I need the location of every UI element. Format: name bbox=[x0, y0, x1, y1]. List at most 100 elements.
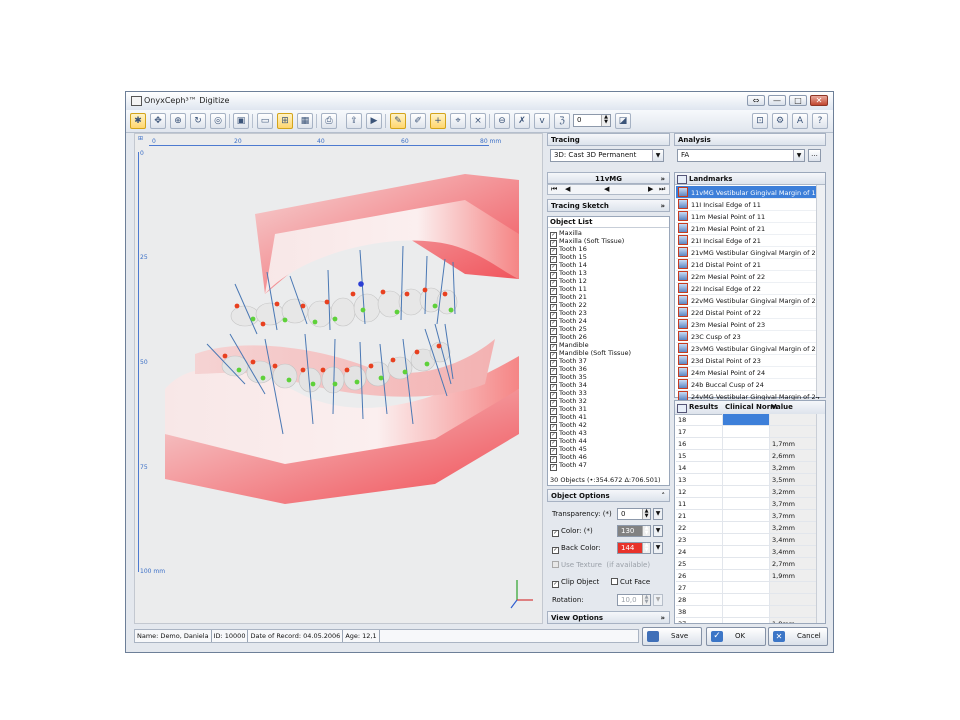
object-list-item[interactable]: ✓ Tooth 14 bbox=[550, 261, 587, 271]
object-list-item[interactable]: ✓ Tooth 24 bbox=[550, 317, 587, 327]
object-list-item[interactable]: ✓ Tooth 15 bbox=[550, 253, 587, 263]
next-point-icon[interactable]: ▶ bbox=[648, 185, 653, 194]
play-icon[interactable]: ▶ bbox=[366, 113, 382, 129]
object-list-item[interactable]: ✓ Maxilla bbox=[550, 229, 582, 239]
move-tool-icon[interactable]: ⊕ bbox=[170, 113, 186, 129]
maximize-button[interactable]: □ bbox=[789, 95, 807, 106]
table-row[interactable]: 22 3,2mm bbox=[676, 521, 825, 534]
landmarks-scrollbar[interactable] bbox=[816, 185, 825, 397]
cancel-button[interactable]: ✕ Cancel bbox=[768, 627, 828, 646]
dental-cast-model[interactable] bbox=[135, 134, 542, 623]
use-texture-checkbox[interactable]: Use Texture (if available) bbox=[552, 561, 650, 569]
chevron-double-down-icon[interactable]: » bbox=[660, 612, 665, 625]
pan-tool-icon[interactable]: ✥ bbox=[150, 113, 166, 129]
object-options-header[interactable]: Object Options ˄ bbox=[547, 489, 670, 502]
object-list-item[interactable]: ✓ Tooth 42 bbox=[550, 421, 587, 431]
help-icon[interactable]: ? bbox=[812, 113, 828, 129]
table-row[interactable]: 26 1,9mm bbox=[676, 569, 825, 582]
object-list-item[interactable]: ✓ Tooth 41 bbox=[550, 413, 587, 423]
object-list-item[interactable]: ✓ Tooth 47 bbox=[550, 461, 587, 471]
back-color-checkbox[interactable]: ✓ Back Color: bbox=[552, 544, 601, 554]
axis-x-icon[interactable]: ✗ bbox=[514, 113, 530, 129]
back-color-picker-button[interactable]: ▼ bbox=[653, 542, 663, 554]
color-picker-button[interactable]: ▼ bbox=[653, 525, 663, 537]
object-list-item[interactable]: ✓ Tooth 46 bbox=[550, 453, 587, 463]
object-list-item[interactable]: ✓ Tooth 43 bbox=[550, 429, 587, 439]
split-view-icon[interactable]: ⊞ bbox=[277, 113, 293, 129]
object-list-item[interactable]: ✓ Tooth 33 bbox=[550, 389, 587, 399]
back-color-value-input[interactable]: 144 ▲ ▼ bbox=[617, 542, 651, 554]
table-row[interactable]: 23 3,4mm bbox=[676, 533, 825, 546]
axis-z-icon[interactable]: ℨ bbox=[554, 113, 570, 129]
object-list-item[interactable]: ✓ Tooth 37 bbox=[550, 357, 587, 367]
spin-arrows-icon[interactable]: ▲ ▼ bbox=[642, 509, 650, 519]
zoom-tool-icon[interactable]: ◎ bbox=[210, 113, 226, 129]
select-tool-icon[interactable]: ✱ bbox=[130, 113, 146, 129]
first-point-icon[interactable]: ⏮ bbox=[551, 185, 557, 194]
add-point-icon[interactable]: + bbox=[430, 113, 446, 129]
prev-point-icon[interactable]: ◀ bbox=[565, 185, 570, 194]
tracing-template-select[interactable]: 3D: Cast 3D Permanent ▼ bbox=[550, 149, 664, 162]
cube-view-icon[interactable]: ▣ bbox=[233, 113, 249, 129]
color-mode-icon[interactable]: ◪ bbox=[615, 113, 631, 129]
results-scrollbar[interactable] bbox=[816, 414, 825, 623]
table-row[interactable]: 28 bbox=[676, 593, 825, 606]
table-row[interactable]: 14 3,2mm bbox=[676, 461, 825, 474]
xy-coordinate-icon[interactable]: × bbox=[470, 113, 486, 129]
table-row[interactable]: 25 2,7mm bbox=[676, 557, 825, 570]
table-row[interactable]: 38 bbox=[676, 605, 825, 618]
last-point-icon[interactable]: ⏭ bbox=[659, 185, 665, 194]
object-list-item[interactable]: ✓ Tooth 45 bbox=[550, 445, 587, 455]
view-options-header[interactable]: View Options» bbox=[547, 611, 670, 624]
object-list-item[interactable]: ✓ Tooth 16 bbox=[550, 245, 587, 255]
table-row[interactable]: 12 3,2mm bbox=[676, 485, 825, 498]
object-list-item[interactable]: ✓ Tooth 34 bbox=[550, 381, 587, 391]
rotate-tool-icon[interactable]: ↻ bbox=[190, 113, 206, 129]
restore-size-button[interactable]: ⇔ bbox=[747, 95, 765, 106]
table-row[interactable]: 13 3,5mm bbox=[676, 473, 825, 486]
spin-arrows-icon[interactable]: ▲ ▼ bbox=[642, 526, 650, 536]
object-list-item[interactable]: ✓ Tooth 35 bbox=[550, 373, 587, 383]
save-button[interactable]: Save bbox=[642, 627, 702, 646]
current-point-icon[interactable]: ◀ bbox=[604, 185, 609, 194]
analysis-browse-button[interactable]: ... bbox=[808, 149, 821, 162]
object-list-item[interactable]: ✓ Tooth 23 bbox=[550, 309, 587, 319]
axis-y-icon[interactable]: ⅴ bbox=[534, 113, 550, 129]
settings-icon[interactable]: ⚙ bbox=[772, 113, 788, 129]
object-visibility-checkbox[interactable]: ✓ bbox=[550, 464, 557, 471]
toolbar-spin-input[interactable]: 0 ▲ ▼ bbox=[573, 114, 611, 127]
table-row[interactable]: 17 bbox=[676, 425, 825, 438]
text-annotation-icon[interactable]: A bbox=[792, 113, 808, 129]
landmark-tool-icon[interactable]: ✎ bbox=[390, 113, 406, 129]
chevron-down-icon[interactable]: ▼ bbox=[652, 150, 663, 161]
template-icon[interactable]: ⊡ bbox=[752, 113, 768, 129]
object-list-item[interactable]: ✓ Tooth 26 bbox=[550, 333, 587, 343]
tracing-sketch-header[interactable]: Tracing Sketch» bbox=[547, 199, 670, 212]
table-row[interactable]: 27 bbox=[676, 581, 825, 594]
object-list-item[interactable]: ✓ Mandible bbox=[550, 341, 589, 351]
object-list-item[interactable]: ✓ Tooth 25 bbox=[550, 325, 587, 335]
close-button[interactable]: ✕ bbox=[810, 95, 828, 106]
object-list-item[interactable]: ✓ Mandible (Soft Tissue) bbox=[550, 349, 631, 359]
table-row[interactable]: 18 bbox=[676, 414, 825, 426]
color-value-input[interactable]: 130 ▲ ▼ bbox=[617, 525, 651, 537]
spin-arrows-icon[interactable]: ▲ ▼ bbox=[642, 595, 650, 605]
3d-viewport[interactable]: ⊞ 0 20 40 60 80 mm 0 25 50 75 100 mm bbox=[134, 133, 543, 624]
minimize-button[interactable]: — bbox=[768, 95, 786, 106]
chevron-double-down-icon[interactable]: » bbox=[660, 200, 665, 213]
clip-object-checkbox[interactable]: ✓ Clip Object bbox=[552, 578, 599, 588]
grid-view-icon[interactable]: ▦ bbox=[297, 113, 313, 129]
object-list-item[interactable]: ✓ Tooth 11 bbox=[550, 285, 587, 295]
object-list-item[interactable]: ✓ Tooth 31 bbox=[550, 405, 587, 415]
table-row[interactable]: 15 2,6mm bbox=[676, 449, 825, 462]
chevron-down-icon[interactable]: ▼ bbox=[653, 594, 663, 606]
rotation-input[interactable]: 10,0 ▲ ▼ bbox=[617, 594, 651, 606]
object-list-item[interactable]: ✓ Tooth 32 bbox=[550, 397, 587, 407]
print-icon[interactable]: ⎙ bbox=[321, 113, 337, 129]
spin-arrows-icon[interactable]: ▲ ▼ bbox=[642, 543, 650, 553]
object-list-item[interactable]: ✓ Tooth 22 bbox=[550, 301, 587, 311]
object-list-item[interactable]: ✓ Tooth 12 bbox=[550, 277, 587, 287]
transparency-input[interactable]: 0 ▲ ▼ bbox=[617, 508, 651, 520]
export-icon[interactable]: ⇪ bbox=[346, 113, 362, 129]
object-list-item[interactable]: ✓ Tooth 21 bbox=[550, 293, 587, 303]
